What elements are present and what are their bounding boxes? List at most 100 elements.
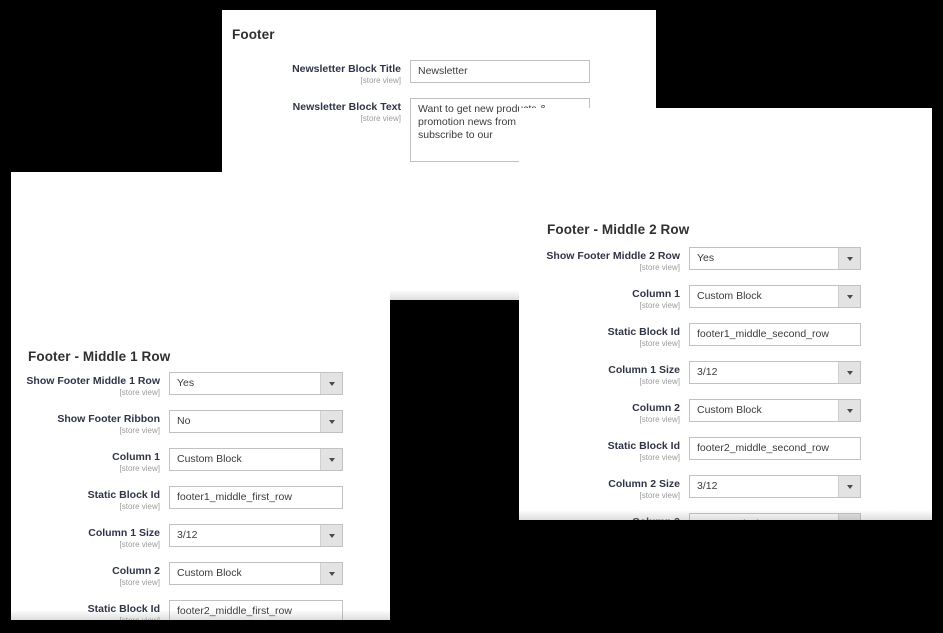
label-text: Newsletter Block Title [292, 63, 401, 75]
select-column-1[interactable]: Custom Block [689, 285, 861, 308]
field-row-column-2: Column 2 [store view] Custom Block [525, 399, 861, 425]
field-control-column-2-size: 3/12 [689, 475, 861, 498]
panel-title-middle-1-row: Footer - Middle 1 Row [28, 349, 171, 364]
field-row-static-block-id: Static Block Id [store view] footer1_middl… [17, 486, 343, 512]
select-column-2-size[interactable]: 3/12 [689, 475, 861, 498]
chevron-down-icon[interactable] [320, 411, 342, 432]
field-label-newsletter-block-text: Newsletter Block Text [store view] [232, 98, 410, 124]
field-control-show-footer-middle-1-row: Yes [169, 372, 343, 395]
select-show-footer-middle-2-row[interactable]: Yes [689, 247, 861, 270]
label-text: Show Footer Ribbon [57, 413, 160, 425]
field-row-column-1: Column 1 [store view] Custom Block [17, 448, 343, 474]
label-text: Show Footer Middle 1 Row [26, 375, 160, 387]
field-row-static-block-id: Static Block Id[store view]footer2_middl… [17, 600, 343, 620]
field-label-static-block-id: Static Block Id[store view] [17, 600, 169, 620]
chevron-down-icon[interactable] [320, 449, 342, 470]
field-control-column-1: Custom Block [689, 285, 861, 308]
label-text: Column 2 Size [608, 478, 680, 490]
panel-title-footer: Footer [232, 27, 275, 42]
chevron-down-icon[interactable] [838, 248, 860, 269]
select-column-1-size[interactable]: 3/12 [689, 361, 861, 384]
field-label-show-footer-ribbon: Show Footer Ribbon [store view] [17, 410, 169, 436]
field-control-static-block-id: footer1_middle_second_row [689, 323, 861, 346]
scope-label: [store view] [119, 464, 160, 473]
field-label-column-3: Column 3[store view] [525, 513, 689, 520]
field-control-static-block-id: footer1_middle_first_row [169, 486, 343, 509]
chevron-down-icon[interactable] [838, 362, 860, 383]
chevron-down-icon[interactable] [838, 286, 860, 307]
field-label-column-1-size: Column 1 Size [store view] [17, 524, 169, 550]
chevron-down-icon[interactable] [838, 400, 860, 421]
input-static-block-id[interactable]: footer1_middle_second_row [689, 323, 861, 346]
scope-label: [store view] [119, 426, 160, 435]
select-value: 3/12 [697, 480, 718, 492]
chevron-down-icon[interactable] [838, 476, 860, 497]
label-text: Static Block Id [87, 603, 160, 615]
select-column-1-size[interactable]: 3/12 [169, 524, 343, 547]
field-control-column-1-size: 3/12 [169, 524, 343, 547]
scope-label: [store view] [639, 263, 680, 272]
chevron-down-icon[interactable] [838, 514, 860, 520]
input-static-block-id[interactable]: footer2_middle_second_row [689, 437, 861, 460]
field-label-column-1-size: Column 1 Size [store view] [525, 361, 689, 387]
input-static-block-id[interactable]: footer1_middle_first_row [169, 486, 343, 509]
scope-label: [store view] [639, 339, 680, 348]
scope-label: [store view] [639, 491, 680, 500]
input-newsletter-block-title[interactable]: Newsletter [410, 60, 590, 83]
field-control-show-footer-middle-2-row: Yes [689, 247, 861, 270]
select-show-footer-middle-1-row[interactable]: Yes [169, 372, 343, 395]
field-row-column-1: Column 1 [store view] Custom Block [525, 285, 861, 311]
field-label-column-2-size: Column 2 Size [store view] [525, 475, 689, 501]
label-text: Column 3 [525, 516, 680, 520]
field-row-static-block-id: Static Block Id[store view]footer2_middl… [525, 437, 861, 463]
select-value: Custom Block [697, 404, 762, 416]
field-row-newsletter-block-title: Newsletter Block Title [store view] Newsle… [232, 60, 590, 86]
field-control-show-footer-ribbon: No [169, 410, 343, 433]
field-control-column-2: Custom Block [689, 399, 861, 422]
select-show-footer-ribbon[interactable]: No [169, 410, 343, 433]
scope-label: [store view] [360, 114, 401, 123]
select-column-3[interactable]: Custom Block [689, 513, 861, 520]
field-label-column-2: Column 2 [store view] [525, 399, 689, 425]
scope-label: [store view] [360, 76, 401, 85]
input-static-block-id[interactable]: footer2_middle_first_row [169, 600, 343, 620]
panel-title-middle-2-row: Footer - Middle 2 Row [547, 222, 690, 237]
label-text: Column 1 Size [608, 364, 680, 376]
field-row-column-1-size: Column 1 Size [store view] 3/12 [17, 524, 343, 550]
field-label-static-block-id: Static Block Id[store view] [525, 323, 689, 349]
label-text: Column 1 Size [88, 527, 160, 539]
chevron-down-icon[interactable] [320, 563, 342, 584]
panel-footer-middle-2-row: Footer - Middle 2 Row Show Footer Middle… [519, 108, 932, 520]
label-text: Show Footer Middle 2 Row [546, 250, 680, 262]
field-row-static-block-id: Static Block Id [store view] footer1_middl… [525, 323, 861, 349]
field-row-show-footer-middle-2-row: Show Footer Middle 2 Row [store view] Yes [525, 247, 861, 273]
field-row-column-3: Column 3[store view] Custom Block [525, 513, 861, 520]
field-label-newsletter-block-title: Newsletter Block Title [store view] [232, 60, 410, 86]
scope-label: [store view] [119, 578, 160, 587]
select-value: Custom Block [697, 518, 762, 520]
select-value: Yes [697, 252, 715, 264]
label-text: Column 2 [632, 402, 680, 414]
select-column-2[interactable]: Custom Block [689, 399, 861, 422]
chevron-down-icon[interactable] [320, 373, 342, 394]
field-row-show-footer-ribbon: Show Footer Ribbon [store view] No [17, 410, 343, 436]
scope-label: [store view] [119, 502, 160, 511]
select-column-2[interactable]: Custom Block [169, 562, 343, 585]
field-control-column-2: Custom Block [169, 562, 343, 585]
scope-label: [store view] [119, 540, 160, 549]
scope-label: [store view] [17, 616, 160, 620]
select-column-1[interactable]: Custom Block [169, 448, 343, 471]
field-control-static-block-id: footer2_middle_first_row [169, 600, 343, 620]
field-row-column-2: Column 2 [store view] Custom Block [17, 562, 343, 588]
field-control-column-1-size: 3/12 [689, 361, 861, 384]
field-row-show-footer-middle-1-row: Show Footer Middle 1 Row [store view] Yes [17, 372, 343, 398]
field-label-column-1: Column 1 [store view] [17, 448, 169, 474]
select-value: Custom Block [177, 453, 242, 465]
field-list-middle-1-row: Show Footer Middle 1 Row [store view] Yes S… [17, 372, 343, 620]
field-label-show-footer-middle-2-row: Show Footer Middle 2 Row [store view] [525, 247, 689, 273]
field-label-show-footer-middle-1-row: Show Footer Middle 1 Row [store view] [17, 372, 169, 398]
chevron-down-icon[interactable] [320, 525, 342, 546]
select-value: 3/12 [697, 366, 718, 378]
field-label-column-1: Column 1 [store view] [525, 285, 689, 311]
label-text: Static Block Id [607, 326, 680, 338]
